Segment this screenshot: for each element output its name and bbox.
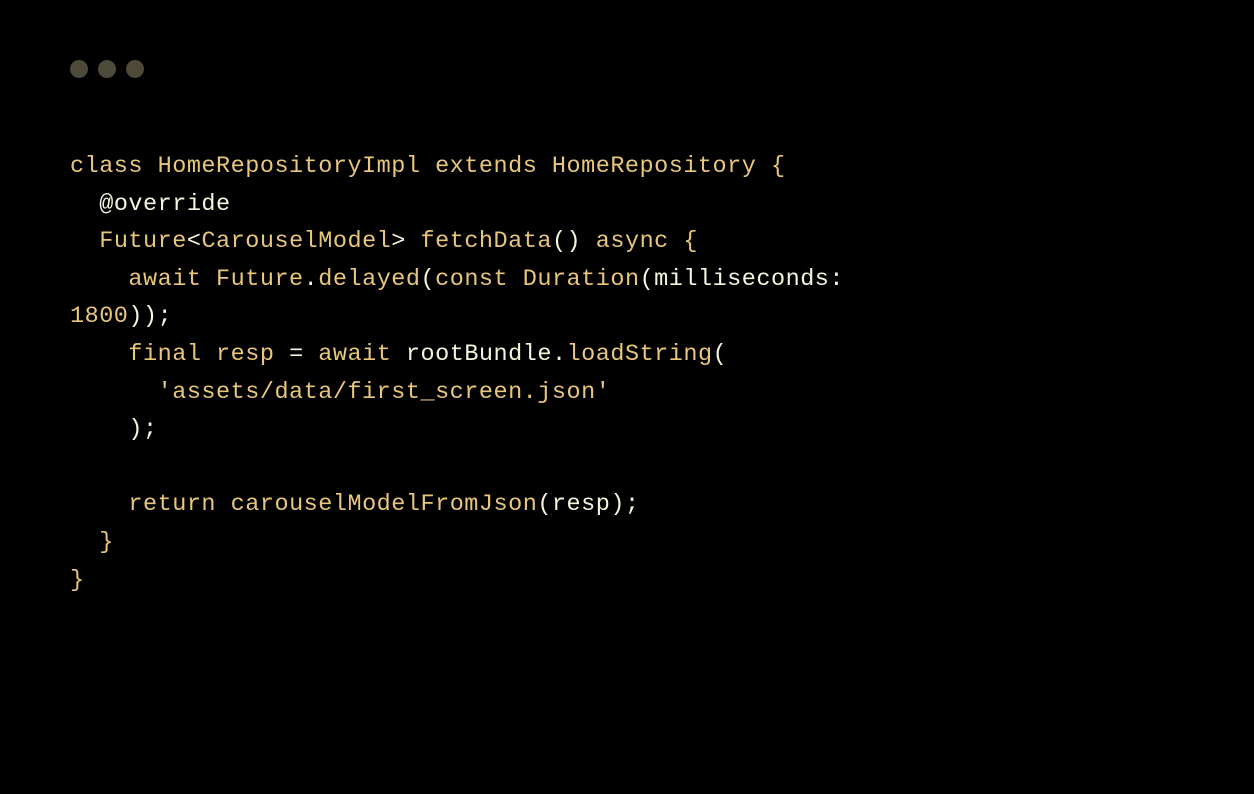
code-line: } <box>70 524 1254 562</box>
keyword-final: final <box>128 341 201 368</box>
code-line: } <box>70 562 1254 600</box>
traffic-light-dot <box>126 60 144 78</box>
return-type: Future <box>99 228 187 255</box>
superclass-name: HomeRepository <box>552 153 756 180</box>
param-name: milliseconds <box>654 266 829 293</box>
brace-icon: } <box>70 567 85 594</box>
code-line: 'assets/data/first_screen.json' <box>70 374 1254 412</box>
variable-name: resp <box>216 341 274 368</box>
keyword-async: async <box>596 228 669 255</box>
code-editor[interactable]: class HomeRepositoryImpl extends HomeRep… <box>0 78 1254 599</box>
keyword-class: class <box>70 153 143 180</box>
code-line: await Future.delayed(const Duration(mill… <box>70 261 1254 299</box>
code-line: final resp = await rootBundle.loadString… <box>70 336 1254 374</box>
code-line-blank <box>70 449 1254 487</box>
method-loadstring: loadString <box>567 341 713 368</box>
code-line: Future<CarouselModel> fetchData() async … <box>70 223 1254 261</box>
window-controls <box>0 0 1254 78</box>
code-line: 1800)); <box>70 298 1254 336</box>
keyword-await: await <box>318 341 391 368</box>
future-class: Future <box>216 266 304 293</box>
generic-type: CarouselModel <box>201 228 391 255</box>
code-line: return carouselModelFromJson(resp); <box>70 486 1254 524</box>
keyword-const: const <box>435 266 508 293</box>
method-name: fetchData <box>421 228 552 255</box>
brace-icon: } <box>99 529 114 556</box>
keyword-return: return <box>128 491 216 518</box>
code-line: @override <box>70 186 1254 224</box>
argument: resp <box>552 491 610 518</box>
class-declaration: HomeRepositoryImpl <box>158 153 421 180</box>
brace-icon: { <box>683 228 698 255</box>
function-call: carouselModelFromJson <box>231 491 538 518</box>
traffic-light-dot <box>98 60 116 78</box>
duration-class: Duration <box>523 266 640 293</box>
traffic-light-dot <box>70 60 88 78</box>
keyword-await: await <box>128 266 201 293</box>
number-literal: 1800 <box>70 303 128 330</box>
annotation-override: @override <box>99 191 230 218</box>
method-delayed: delayed <box>318 266 420 293</box>
root-bundle: rootBundle <box>406 341 552 368</box>
keyword-extends: extends <box>435 153 537 180</box>
code-line: class HomeRepositoryImpl extends HomeRep… <box>70 148 1254 186</box>
string-literal: 'assets/data/first_screen.json' <box>158 379 611 406</box>
code-line: ); <box>70 411 1254 449</box>
brace-icon: { <box>771 153 786 180</box>
